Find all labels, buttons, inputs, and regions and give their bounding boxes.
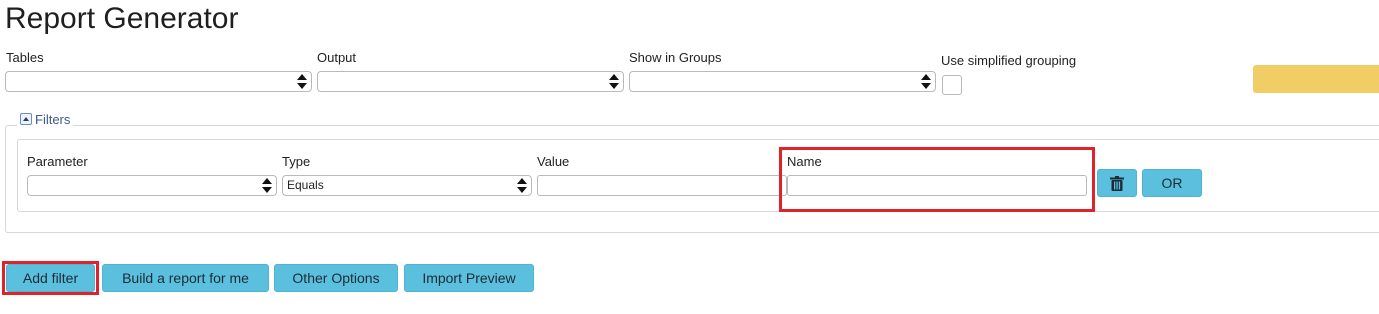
yellow-action-button[interactable] xyxy=(1253,65,1379,93)
select-arrows-icon xyxy=(921,74,931,90)
page-title: Report Generator xyxy=(5,2,239,35)
value-input[interactable] xyxy=(537,175,787,196)
filters-legend[interactable]: Filters xyxy=(17,111,74,127)
show-in-groups-label: Show in Groups xyxy=(629,50,722,65)
type-label: Type xyxy=(282,154,311,169)
show-in-groups-select[interactable] xyxy=(629,71,936,92)
import-preview-button[interactable]: Import Preview xyxy=(404,264,534,292)
other-options-button[interactable]: Other Options xyxy=(274,264,398,292)
output-label: Output xyxy=(317,50,357,65)
select-arrows-icon xyxy=(609,74,619,90)
simplified-grouping-label: Use simplified grouping xyxy=(941,53,1077,68)
filters-legend-label: Filters xyxy=(35,111,71,127)
delete-filter-button[interactable] xyxy=(1097,169,1137,197)
select-arrows-icon xyxy=(517,178,527,194)
tables-select[interactable] xyxy=(5,71,312,92)
or-button[interactable]: OR xyxy=(1142,169,1202,197)
tables-label: Tables xyxy=(6,50,44,65)
trash-icon xyxy=(1110,176,1124,191)
parameter-label: Parameter xyxy=(27,154,88,169)
type-select-value: Equals xyxy=(287,178,324,192)
value-label: Value xyxy=(537,154,570,169)
build-report-button[interactable]: Build a report for me xyxy=(102,264,269,292)
type-select[interactable]: Equals xyxy=(282,175,532,196)
collapse-up-icon[interactable] xyxy=(20,113,32,125)
add-filter-highlight xyxy=(2,261,99,295)
parameter-select[interactable] xyxy=(27,175,277,196)
simplified-grouping-checkbox[interactable] xyxy=(942,75,962,95)
output-select[interactable] xyxy=(317,71,624,92)
select-arrows-icon xyxy=(297,74,307,90)
select-arrows-icon xyxy=(262,178,272,194)
name-field-highlight xyxy=(779,147,1095,212)
